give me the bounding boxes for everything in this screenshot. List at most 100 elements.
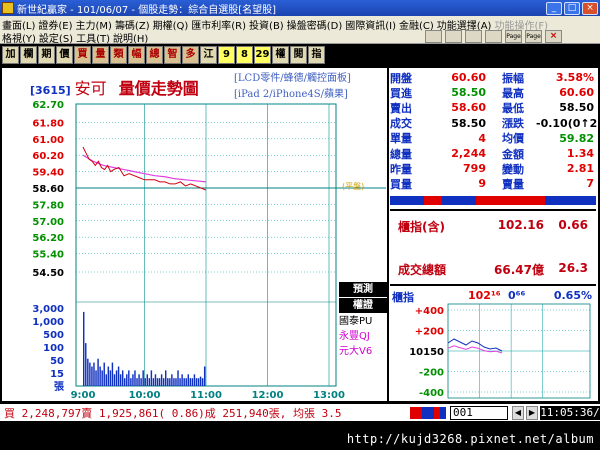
toolbar-button[interactable]: 9	[218, 46, 235, 64]
toolbar-button[interactable]: 加	[2, 46, 19, 64]
price-tick-label: 55.40	[32, 250, 64, 261]
tool-icon[interactable]: Page	[525, 30, 542, 43]
menu-item[interactable]: 設定(S)	[39, 30, 73, 45]
toolbar-button[interactable]: 買	[74, 46, 91, 64]
tool-icon[interactable]: Page	[505, 30, 522, 43]
volume-bar	[117, 366, 120, 386]
volume-bar	[101, 370, 103, 386]
menu-item[interactable]: 功能選擇(A)	[437, 17, 492, 32]
toolbar-button[interactable]: 欄	[20, 46, 37, 64]
x-tick-label: 10:00	[129, 390, 161, 401]
volume-bar	[197, 378, 200, 386]
volume-bar	[132, 374, 134, 386]
volume-bar	[175, 378, 177, 386]
menu-item[interactable]: 工具(T)	[76, 30, 110, 45]
quote-row: 成交 58.50 漲跌 -0.10(0↑2)	[390, 116, 600, 131]
stock-name[interactable]: 安可	[75, 75, 107, 99]
legend-item[interactable]: 國泰PU	[339, 314, 387, 329]
next-arrow-icon[interactable]: ▶	[526, 405, 538, 420]
volume-bar	[191, 378, 194, 386]
volume-bar	[85, 343, 87, 386]
legend-warrant[interactable]: 權證	[339, 298, 387, 313]
watermark-url: http://kujd3268.pixnet.net/album	[346, 432, 594, 446]
volume-bar	[165, 370, 167, 386]
toolbar-button[interactable]: 期	[38, 46, 55, 64]
price-tick-label: 62.70	[32, 100, 64, 111]
volume-bar	[171, 374, 173, 386]
index-label: 櫃指(含)	[398, 220, 445, 234]
toolbar-button[interactable]: 量	[92, 46, 109, 64]
menu-item[interactable]: 操盤密碼(D)	[287, 17, 343, 32]
tool-icon[interactable]	[485, 30, 502, 43]
clock: 11:05:36/	[540, 405, 600, 420]
quote-row: 單量 4 均價 59.82	[390, 131, 596, 146]
menu-item[interactable]: 投資(B)	[249, 17, 284, 32]
maximize-button[interactable]: □	[564, 1, 580, 15]
strip-segment	[578, 196, 597, 205]
toolbar-button[interactable]: 價	[56, 46, 73, 64]
quote-table: 開盤 60.60 振幅 3.58% 買進 58.50 最高 60.60 賣出 58.60 最低 58.…	[390, 70, 600, 192]
status-color-strip	[410, 406, 446, 419]
toolbar-button[interactable]: 8	[236, 46, 253, 64]
menu-item[interactable]: 期權(Q)	[153, 17, 189, 32]
turnover-row: 成交總額 66.47億 26.3	[398, 261, 588, 278]
group-tag[interactable]: [LCD零件/蜂德/觸控面板]	[234, 71, 351, 87]
legend-item[interactable]: 元大V6	[339, 344, 387, 359]
toolbar-button[interactable]: 幅	[128, 46, 145, 64]
legend-item[interactable]: 永豐QJ	[339, 329, 387, 344]
mini-y-label: +400	[415, 306, 444, 317]
quote-value: 2.81	[566, 162, 594, 176]
toolbar-button[interactable]: 江	[200, 46, 217, 64]
minimize-button[interactable]: _	[546, 1, 562, 15]
volume-bar	[169, 378, 171, 386]
price-tick-label: 61.80	[32, 118, 64, 129]
menu-item[interactable]: 國際資訊(I)	[345, 17, 396, 32]
toolbar-button[interactable]: 智	[164, 46, 181, 64]
toolbar-button[interactable]: 總	[146, 46, 163, 64]
x-tick-label: 12:00	[252, 390, 284, 401]
menu-item[interactable]: 主力(M)	[76, 17, 112, 32]
menu-item[interactable]: 格視(Y)	[2, 30, 36, 45]
mini-chart-svg: +400 +200 10150 -200 -400	[409, 303, 591, 399]
quote-label: 賣量	[502, 177, 524, 191]
toolbar-button[interactable]: 類	[110, 46, 127, 64]
group-tag[interactable]: [iPad 2/iPhone4S/蘋果]	[234, 87, 351, 103]
volume-bar	[87, 358, 89, 386]
stock-code: [3615]	[30, 84, 71, 97]
tool-icon[interactable]	[445, 30, 462, 43]
strip-segment	[561, 196, 579, 205]
menu-item[interactable]: 匯市利率(R)	[191, 17, 246, 32]
menu-item[interactable]: 功能操作(F)	[494, 17, 548, 32]
mini-y-label: -200	[419, 368, 444, 379]
flat-price-tag: (平盤)	[342, 182, 365, 191]
tool-icon[interactable]	[425, 30, 442, 43]
volume-bar	[130, 378, 132, 386]
legend-forecast[interactable]: 預測	[339, 282, 387, 297]
close-icon[interactable]: ×	[545, 30, 562, 43]
toolbar-button[interactable]: 權	[272, 46, 289, 64]
toolbar-button[interactable]: 29	[254, 46, 271, 64]
turnover-extra: 26.3	[558, 261, 588, 275]
volume-bar	[89, 362, 91, 386]
page-code-input[interactable]: 001	[450, 405, 508, 420]
index-summary: 櫃指(含) 102.16 0.66 成交總額 66.47億 26.3	[390, 209, 596, 284]
volume-bar	[95, 370, 97, 386]
menu-item[interactable]: 證券(E)	[38, 17, 72, 32]
quote-value: 4	[478, 131, 486, 145]
quote-label: 總量	[390, 147, 412, 161]
menu-item[interactable]: 金融(C)	[399, 17, 434, 32]
app-icon	[2, 2, 14, 14]
menu-item[interactable]: 籌碼(Z)	[115, 17, 150, 32]
tool-icon[interactable]	[465, 30, 482, 43]
quote-label: 均價	[502, 132, 524, 146]
toolbar-button[interactable]: 多	[182, 46, 199, 64]
prev-arrow-icon[interactable]: ◀	[512, 405, 524, 420]
toolbar-button[interactable]: 閱	[290, 46, 307, 64]
menu-item[interactable]: 畫面(L)	[2, 17, 35, 32]
price-tick-label: 61.00	[32, 135, 64, 146]
volume-bar	[93, 362, 95, 386]
menu-item[interactable]: 說明(H)	[113, 30, 148, 45]
volume-tick-label: 15	[50, 369, 64, 380]
close-button[interactable]: ×	[582, 1, 598, 15]
toolbar-button[interactable]: 指	[308, 46, 325, 64]
